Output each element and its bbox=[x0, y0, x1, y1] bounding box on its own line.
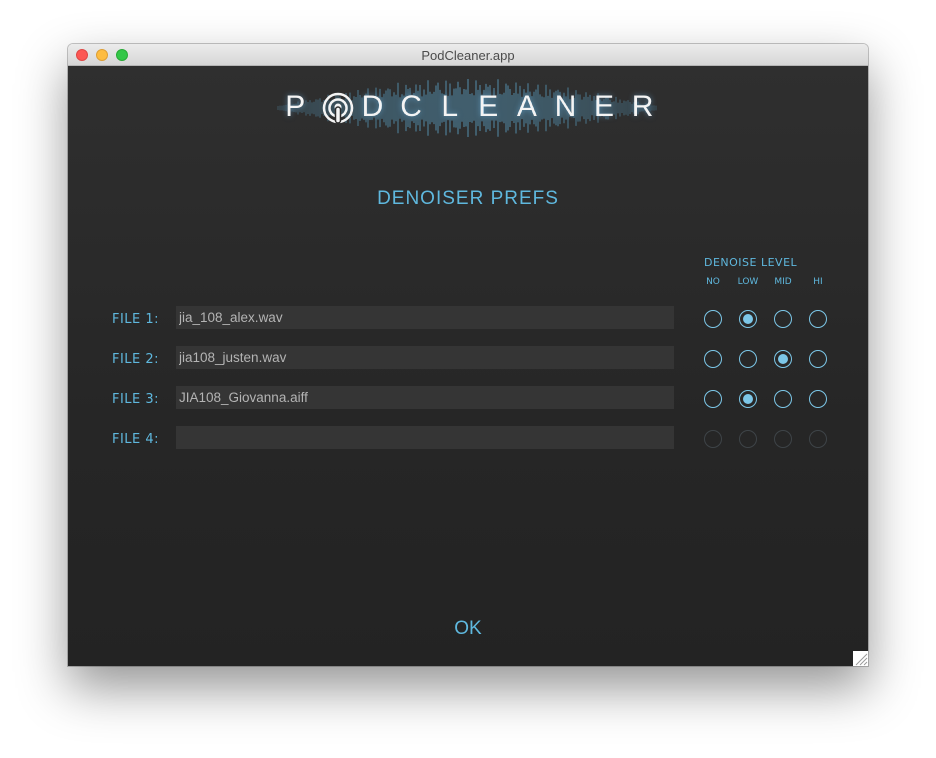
file-3-denoise-mid-radio[interactable] bbox=[774, 390, 792, 408]
ok-button[interactable]: OK bbox=[438, 618, 498, 640]
file-2-denoise-no-radio[interactable] bbox=[704, 350, 722, 368]
file-3-denoise-low-radio[interactable] bbox=[739, 390, 757, 408]
column-header-hi: HI bbox=[813, 277, 823, 287]
logo-letter: A bbox=[516, 90, 537, 123]
file-3-label: FILE 3: bbox=[112, 392, 160, 407]
file-4-denoise-mid-radio bbox=[774, 430, 792, 448]
column-header-no: NO bbox=[706, 277, 720, 287]
main-content: PODCLEANER DENOISER PREFS DENOISE LEVEL … bbox=[68, 66, 868, 666]
file-2-denoise-mid-radio[interactable] bbox=[774, 350, 792, 368]
file-3-denoise-hi-radio[interactable] bbox=[809, 390, 827, 408]
denoise-level-label: DENOISE LEVEL bbox=[704, 256, 798, 269]
file-1-denoise-hi-radio[interactable] bbox=[809, 310, 827, 328]
logo-letter: C bbox=[400, 90, 422, 123]
logo-letter: E bbox=[594, 90, 615, 123]
logo-letter: D bbox=[361, 90, 384, 123]
podcast-icon bbox=[322, 92, 354, 124]
podcleaner-logo: PODCLEANER bbox=[276, 78, 662, 138]
file-2-denoise-low-radio[interactable] bbox=[739, 350, 757, 368]
file-2-field[interactable] bbox=[176, 346, 674, 369]
title-bar[interactable]: PodCleaner.app bbox=[68, 44, 868, 66]
window-title: PodCleaner.app bbox=[421, 48, 515, 63]
file-1-denoise-mid-radio[interactable] bbox=[774, 310, 792, 328]
logo-letter: R bbox=[631, 90, 654, 123]
file-2-denoise-hi-radio[interactable] bbox=[809, 350, 827, 368]
file-3-denoise-no-radio[interactable] bbox=[704, 390, 722, 408]
file-1-label: FILE 1: bbox=[112, 312, 160, 327]
file-3-field[interactable] bbox=[176, 386, 674, 409]
logo-letter: L bbox=[441, 90, 459, 123]
column-header-low: LOW bbox=[737, 277, 759, 287]
file-2-label: FILE 2: bbox=[112, 352, 160, 367]
page-heading: DENOISER PREFS bbox=[377, 188, 559, 209]
file-1-field[interactable] bbox=[176, 306, 674, 329]
file-1-denoise-low-radio[interactable] bbox=[739, 310, 757, 328]
file-4-denoise-low-radio bbox=[739, 430, 757, 448]
app-window: PodCleaner.app PODCLEANER DENOISER PREFS… bbox=[68, 44, 868, 666]
file-4-denoise-hi-radio bbox=[809, 430, 827, 448]
resize-grip-icon[interactable] bbox=[853, 651, 868, 666]
file-4-field[interactable] bbox=[176, 426, 674, 449]
logo-letter: N bbox=[554, 90, 577, 123]
logo-letter: E bbox=[478, 90, 499, 123]
logo-letter: P bbox=[285, 90, 306, 123]
file-4-denoise-no-radio bbox=[704, 430, 722, 448]
column-header-mid: MID bbox=[774, 277, 792, 287]
file-1-denoise-no-radio[interactable] bbox=[704, 310, 722, 328]
file-4-label: FILE 4: bbox=[112, 432, 160, 447]
